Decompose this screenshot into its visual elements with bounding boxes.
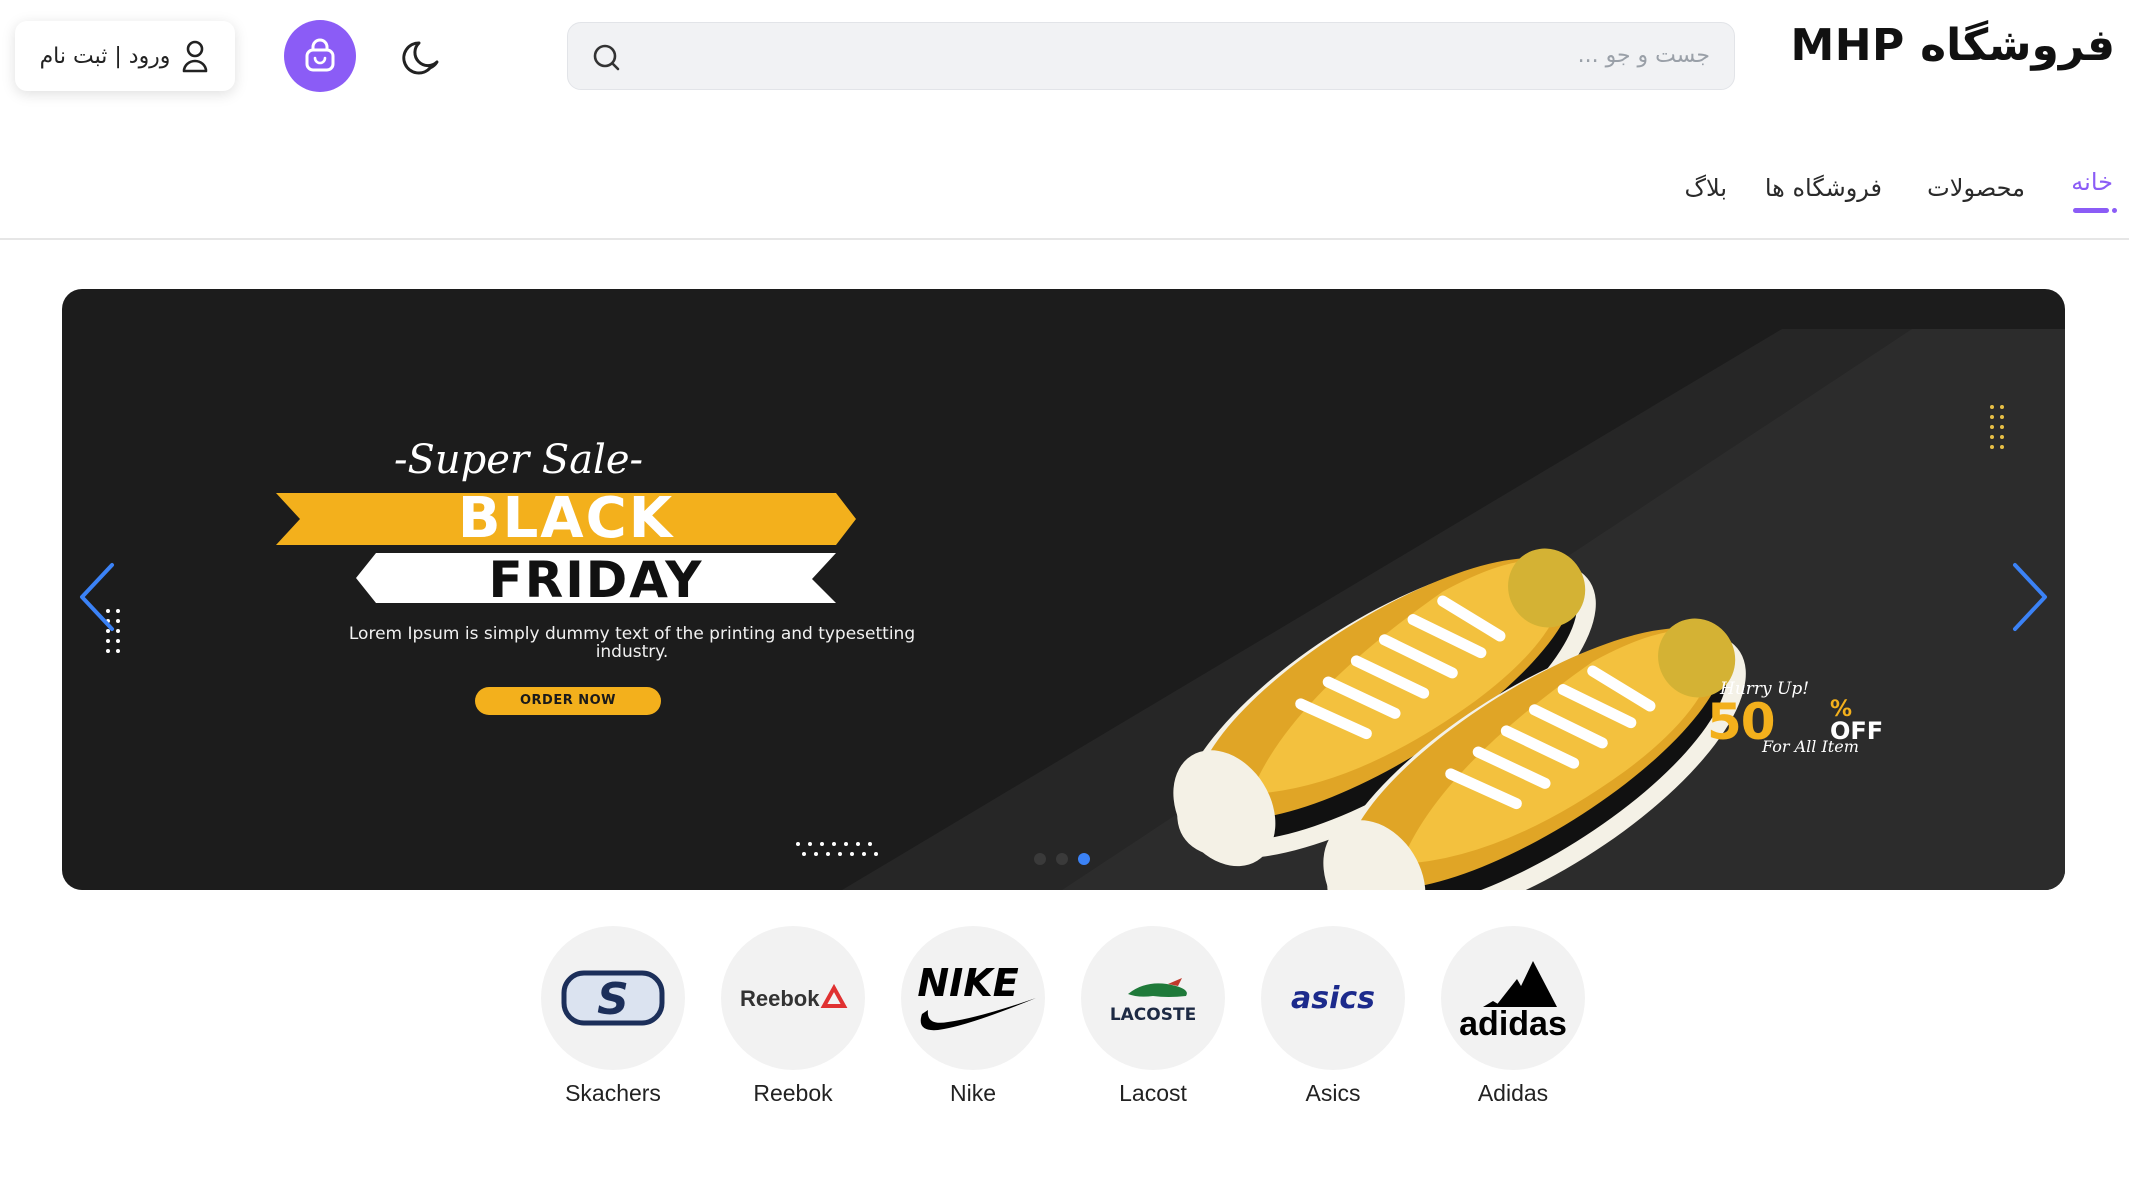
for-all-text: For All Item: [1762, 737, 1859, 756]
svg-text:S: S: [597, 974, 629, 1025]
nav-blog[interactable]: بلاگ: [1685, 174, 1727, 214]
svg-text:LACOSTE: LACOSTE: [1110, 1005, 1196, 1025]
search-bar[interactable]: جست و جو ...: [567, 22, 1735, 90]
carousel-dot-2[interactable]: [1056, 853, 1068, 865]
brand-logo[interactable]: NIKE: [901, 926, 1045, 1070]
svg-text:NIKE: NIKE: [917, 961, 1018, 1005]
carousel-next-arrow[interactable]: [2007, 557, 2051, 637]
login-label: ورود | ثبت نام: [39, 43, 171, 69]
reebok-logo-icon: Reebok: [740, 983, 848, 1011]
super-sale-text: -Super Sale-: [394, 437, 644, 483]
brand-name[interactable]: Adidas: [1441, 1080, 1585, 1107]
carousel-dot-1[interactable]: [1034, 853, 1046, 865]
carousel-prev-arrow[interactable]: [76, 557, 120, 637]
brand-reebok[interactable]: Reebok Reebok: [721, 926, 865, 1107]
brand-name[interactable]: Skachers: [541, 1080, 685, 1107]
carousel-dot-3[interactable]: [1078, 853, 1090, 865]
nike-logo-icon: NIKE: [917, 961, 1036, 1031]
header-divider: [0, 238, 2129, 240]
shopping-bag-icon: [305, 38, 335, 72]
brand-logo[interactable]: LACOSTE: [1081, 926, 1225, 1070]
adidas-logo-icon: adidas: [1459, 961, 1567, 1041]
brand-name[interactable]: Nike: [901, 1080, 1045, 1107]
brand-asics[interactable]: asics Asics: [1261, 926, 1405, 1107]
cart-button[interactable]: [284, 20, 356, 92]
nav-active-dot: [2112, 208, 2117, 213]
nav-active-indicator: [2073, 208, 2109, 213]
svg-text:asics: asics: [1291, 981, 1375, 1016]
search-icon[interactable]: [590, 41, 622, 73]
brand-logo[interactable]: adidas: [1441, 926, 1585, 1070]
banner-description: Lorem Ipsum is simply dummy text of the …: [348, 624, 916, 662]
black-friday-title: BLACK FRIDAY: [276, 485, 856, 615]
brand-adidas[interactable]: adidas Adidas: [1441, 926, 1585, 1107]
moon-icon[interactable]: [402, 38, 442, 78]
svg-text:Reebok: Reebok: [740, 986, 820, 1011]
nav-home[interactable]: خانه: [2071, 168, 2113, 208]
search-placeholder[interactable]: جست و جو ...: [1578, 43, 1710, 68]
carousel-indicators: [1034, 853, 1090, 865]
brand-logo[interactable]: Reebok: [721, 926, 865, 1070]
skechers-logo-icon: S: [561, 970, 665, 1026]
brand-name[interactable]: Asics: [1261, 1080, 1405, 1107]
friday-word: FRIDAY: [488, 551, 704, 609]
brand-name[interactable]: Lacost: [1081, 1080, 1225, 1107]
brand-lacoste[interactable]: LACOSTE Lacost: [1081, 926, 1225, 1107]
site-logo[interactable]: فروشگاه MHP: [1790, 20, 2115, 71]
nav-products[interactable]: محصولات: [1927, 174, 2025, 214]
order-now-button[interactable]: ORDER NOW: [475, 687, 661, 715]
brand-skechers[interactable]: S Skachers: [541, 926, 685, 1107]
hero-carousel[interactable]: -Super Sale- BLACK FRIDAY Lorem Ipsum is…: [62, 289, 2065, 890]
brand-name[interactable]: Reebok: [721, 1080, 865, 1107]
lacoste-logo-icon: LACOSTE: [1110, 978, 1196, 1025]
asics-logo-icon: asics: [1291, 981, 1375, 1016]
nav-stores[interactable]: فروشگاه ها: [1765, 174, 1882, 214]
brand-nike[interactable]: NIKE Nike: [901, 926, 1045, 1107]
brand-logo[interactable]: S: [541, 926, 685, 1070]
user-icon: [183, 40, 208, 73]
login-button[interactable]: ورود | ثبت نام: [15, 21, 235, 91]
svg-text:adidas: adidas: [1459, 1005, 1567, 1041]
brand-logo[interactable]: asics: [1261, 926, 1405, 1070]
black-word: BLACK: [457, 486, 675, 551]
